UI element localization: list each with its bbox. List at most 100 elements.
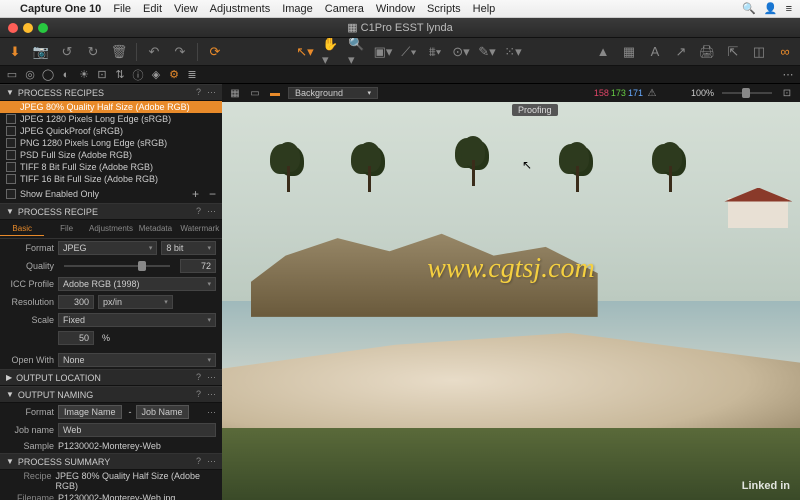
tab-details-icon[interactable]: ⊡ [94, 68, 110, 82]
minimize-window-button[interactable] [23, 23, 33, 33]
recipe-tab-adjustments[interactable]: Adjustments [89, 222, 133, 236]
variant-select[interactable]: Background▾ [288, 87, 378, 99]
add-recipe-button[interactable]: + [192, 187, 199, 201]
zoom-fit-icon[interactable]: ⊡ [780, 86, 794, 100]
image-canvas[interactable]: Proofing ↖ www.cgtsj.com Linked in [222, 102, 800, 500]
undo-icon[interactable]: ↶ [145, 43, 163, 61]
quality-input[interactable]: 72 [180, 259, 216, 273]
view-primary-icon[interactable]: ▬ [268, 86, 282, 100]
recipe-checkbox[interactable] [6, 102, 16, 112]
zoom-window-button[interactable] [38, 23, 48, 33]
recipe-tab-basic[interactable]: Basic [0, 222, 44, 236]
tab-library-icon[interactable]: ▭ [4, 68, 20, 82]
name-token[interactable]: Image Name [58, 405, 122, 419]
naming-menu-icon[interactable]: ⋯ [207, 407, 216, 418]
panel-menu-icon[interactable]: ⋯ [207, 206, 216, 217]
loupe-tool-icon[interactable]: 🔍▾ [348, 43, 366, 61]
recipe-tab-metadata[interactable]: Metadata [133, 222, 177, 236]
straighten-tool-icon[interactable]: ⟋▾ [400, 43, 418, 61]
eyedropper-tool-icon[interactable]: ⁙▾ [504, 43, 522, 61]
menu-help[interactable]: Help [473, 3, 496, 15]
menubar-user-icon[interactable]: 👤 [764, 2, 778, 15]
icc-select[interactable]: Adobe RGB (1998)▾ [58, 277, 216, 291]
recipe-row[interactable]: TIFF 16 Bit Full Size (Adobe RGB) [0, 173, 222, 185]
menu-adjustments[interactable]: Adjustments [210, 3, 271, 15]
annotation-icon[interactable]: A [646, 43, 664, 61]
overlay-icon[interactable]: ◫ [750, 43, 768, 61]
rotate-right-icon[interactable]: ↻ [84, 43, 102, 61]
tab-batch-icon[interactable]: ≣ [184, 68, 200, 82]
menu-camera[interactable]: Camera [325, 3, 364, 15]
menu-edit[interactable]: Edit [143, 3, 162, 15]
quality-slider[interactable] [64, 265, 170, 267]
zoom-slider[interactable] [722, 92, 772, 94]
menu-file[interactable]: File [113, 3, 131, 15]
recipe-row[interactable]: JPEG QuickProof (sRGB) [0, 125, 222, 137]
recipe-row[interactable]: JPEG 80% Quality Half Size (Adobe RGB) [0, 101, 222, 113]
capture-icon[interactable]: 📷 [32, 43, 50, 61]
recipe-row[interactable]: PSD Full Size (Adobe RGB) [0, 149, 222, 161]
recipe-tab-watermark[interactable]: Watermark [178, 222, 222, 236]
panel-help-icon[interactable]: ? [196, 389, 201, 400]
proofing-icon[interactable]: ∞ [776, 43, 794, 61]
menubar-spotlight-icon[interactable]: 🔍 [742, 2, 756, 15]
panel-menu-icon[interactable]: ⋯ [207, 389, 216, 400]
menu-scripts[interactable]: Scripts [427, 3, 461, 15]
tab-output-icon[interactable]: ⚙ [166, 68, 182, 82]
grid-icon[interactable]: ▦ [620, 43, 638, 61]
tab-lens-icon[interactable]: ◯ [40, 68, 56, 82]
show-enabled-checkbox[interactable] [6, 189, 16, 199]
exposure-warning-icon[interactable]: ▲ [594, 43, 612, 61]
keystone-tool-icon[interactable]: ⩩▾ [426, 43, 444, 61]
panel-help-icon[interactable]: ? [196, 206, 201, 217]
scale-mode-select[interactable]: Fixed▾ [58, 313, 216, 327]
panel-menu-icon[interactable]: ⋯ [207, 87, 216, 98]
recipe-checkbox[interactable] [6, 174, 16, 184]
spot-tool-icon[interactable]: ⊙▾ [452, 43, 470, 61]
redo-icon[interactable]: ↷ [171, 43, 189, 61]
process-recipes-header[interactable]: ▼ PROCESS RECIPES ?⋯ [0, 84, 222, 101]
import-icon[interactable]: ⬇ [6, 43, 24, 61]
process-recipe-header[interactable]: ▼ PROCESS RECIPE ?⋯ [0, 203, 222, 220]
output-naming-header[interactable]: ▼ OUTPUT NAMING ?⋯ [0, 386, 222, 403]
panel-help-icon[interactable]: ? [196, 372, 201, 383]
panel-help-icon[interactable]: ? [196, 456, 201, 467]
view-multi-icon[interactable]: ▦ [228, 86, 242, 100]
recipe-checkbox[interactable] [6, 162, 16, 172]
resolution-unit-select[interactable]: px/in▾ [98, 295, 173, 309]
reset-icon[interactable]: ⟳ [206, 43, 224, 61]
app-name[interactable]: Capture One 10 [20, 3, 101, 15]
name-token[interactable]: Job Name [136, 405, 189, 419]
panel-menu-icon[interactable]: ⋯ [207, 372, 216, 383]
recipe-checkbox[interactable] [6, 126, 16, 136]
menu-image[interactable]: Image [282, 3, 313, 15]
open-with-select[interactable]: None▾ [58, 353, 216, 367]
focus-mask-icon[interactable]: ↗ [672, 43, 690, 61]
menubar-menu-icon[interactable]: ≡ [786, 3, 792, 15]
recipe-tab-file[interactable]: File [44, 222, 88, 236]
scale-input[interactable]: 50 [58, 331, 94, 345]
tab-color-icon[interactable]: ◐ [58, 68, 74, 82]
print-icon[interactable]: 🖨 [698, 43, 716, 61]
menu-view[interactable]: View [174, 3, 198, 15]
output-location-header[interactable]: ▶ OUTPUT LOCATION ?⋯ [0, 369, 222, 386]
tab-metadata-icon[interactable]: ⓘ [130, 68, 146, 82]
menu-window[interactable]: Window [376, 3, 415, 15]
warning-icon[interactable]: ⚠ [645, 86, 659, 100]
recipe-row[interactable]: PNG 1280 Pixels Long Edge (sRGB) [0, 137, 222, 149]
process-summary-header[interactable]: ▼ PROCESS SUMMARY ?⋯ [0, 453, 222, 470]
trash-icon[interactable]: 🗑 [110, 43, 128, 61]
job-name-input[interactable]: Web [58, 423, 216, 437]
recipe-checkbox[interactable] [6, 150, 16, 160]
tab-local-icon[interactable]: ◈ [148, 68, 164, 82]
close-window-button[interactable] [8, 23, 18, 33]
rotate-left-icon[interactable]: ↺ [58, 43, 76, 61]
recipe-checkbox[interactable] [6, 138, 16, 148]
hand-tool-icon[interactable]: ✋▾ [322, 43, 340, 61]
tab-capture-icon[interactable]: ◎ [22, 68, 38, 82]
tab-adjust-icon[interactable]: ⇅ [112, 68, 128, 82]
panel-menu-icon[interactable]: ⋯ [207, 456, 216, 467]
recipe-checkbox[interactable] [6, 114, 16, 124]
cursor-tool-icon[interactable]: ↖▾ [296, 43, 314, 61]
mask-tool-icon[interactable]: ✎▾ [478, 43, 496, 61]
